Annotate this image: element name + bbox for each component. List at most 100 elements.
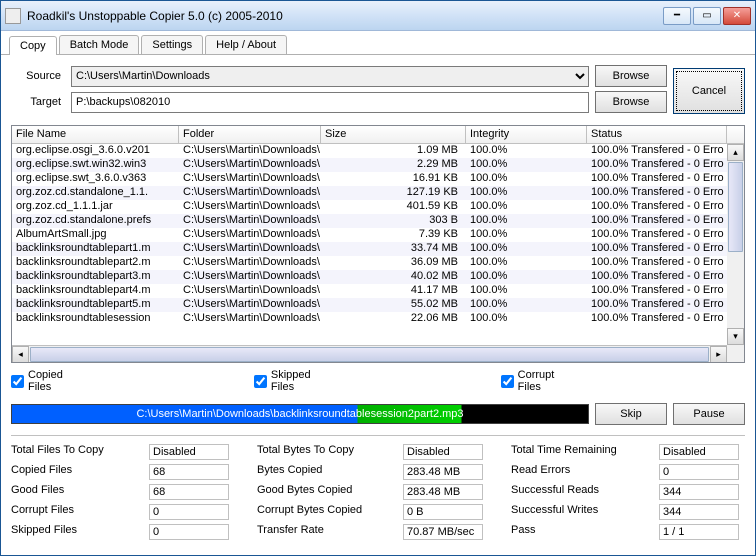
table-row[interactable]: org.zoz.cd.standalone.prefsC:\Users\Mart…: [12, 214, 744, 228]
table-row[interactable]: backlinksroundtablepart3.mC:\Users\Marti…: [12, 270, 744, 284]
check-copied[interactable]: Copied Files: [11, 369, 74, 393]
tab-copy[interactable]: Copy: [9, 36, 57, 55]
cell-fn: org.zoz.cd.standalone_1.1.: [12, 186, 179, 200]
cell-in: 100.0%: [466, 228, 587, 242]
val-succ-writes: 344: [659, 504, 739, 520]
lbl-time-remain: Total Time Remaining: [511, 444, 631, 460]
table-row[interactable]: backlinksroundtablepart1.mC:\Users\Marti…: [12, 242, 744, 256]
lbl-total-bytes: Total Bytes To Copy: [257, 444, 375, 460]
table-row[interactable]: backlinksroundtablepart5.mC:\Users\Marti…: [12, 298, 744, 312]
h-scrollbar[interactable]: ◂ ▸: [12, 345, 727, 362]
target-input[interactable]: [71, 92, 589, 113]
cell-fd: C:\Users\Martin\Downloads\: [179, 158, 321, 172]
v-scrollbar[interactable]: ▴ ▾: [727, 144, 744, 362]
cell-fn: org.eclipse.osgi_3.6.0.v201: [12, 144, 179, 158]
val-good-bytes: 283.48 MB: [403, 484, 483, 500]
window-controls: ━ ▭ ✕: [663, 7, 751, 25]
check-corrupt-box[interactable]: [501, 375, 514, 388]
cell-fn: backlinksroundtablepart5.m: [12, 298, 179, 312]
progress-text: C:\Users\Martin\Downloads\backlinksround…: [136, 408, 463, 420]
tab-batch[interactable]: Batch Mode: [59, 35, 140, 54]
window-title: Roadkil's Unstoppable Copier 5.0 (c) 200…: [27, 9, 663, 23]
lbl-succ-reads: Successful Reads: [511, 484, 631, 500]
browse-target-button[interactable]: Browse: [595, 91, 667, 113]
lbl-pass: Pass: [511, 524, 631, 540]
cell-fn: backlinksroundtablepart3.m: [12, 270, 179, 284]
col-status[interactable]: Status: [587, 126, 727, 143]
lbl-bytes-copied: Bytes Copied: [257, 464, 375, 480]
cell-in: 100.0%: [466, 270, 587, 284]
col-folder[interactable]: Folder: [179, 126, 321, 143]
check-copied-box[interactable]: [11, 375, 24, 388]
scroll-down-icon[interactable]: ▾: [727, 328, 744, 345]
filter-checks: Copied Files Skipped Files Corrupt Files: [11, 369, 745, 393]
cell-fd: C:\Users\Martin\Downloads\: [179, 186, 321, 200]
source-input[interactable]: C:\Users\Martin\Downloads: [71, 66, 589, 87]
table-row[interactable]: AlbumArtSmall.jpgC:\Users\Martin\Downloa…: [12, 228, 744, 242]
cell-sz: 40.02 MB: [321, 270, 466, 284]
val-succ-reads: 344: [659, 484, 739, 500]
val-time-remain: Disabled: [659, 444, 739, 460]
cell-fd: C:\Users\Martin\Downloads\: [179, 242, 321, 256]
cell-st: 100.0% Transfered - 0 Erro: [587, 312, 727, 326]
cancel-button[interactable]: Cancel: [673, 68, 745, 114]
table-row[interactable]: backlinksroundtablepart2.mC:\Users\Marti…: [12, 256, 744, 270]
table-row[interactable]: backlinksroundtablesessionC:\Users\Marti…: [12, 312, 744, 326]
table-row[interactable]: org.zoz.cd.standalone_1.1.C:\Users\Marti…: [12, 186, 744, 200]
col-size[interactable]: Size: [321, 126, 466, 143]
val-copied-files: 68: [149, 464, 229, 480]
cell-fn: org.eclipse.swt.win32.win3: [12, 158, 179, 172]
scroll-up-icon[interactable]: ▴: [727, 144, 744, 161]
cell-sz: 36.09 MB: [321, 256, 466, 270]
cell-st: 100.0% Transfered - 0 Erro: [587, 256, 727, 270]
target-label: Target: [11, 96, 71, 108]
table-row[interactable]: backlinksroundtablepart4.mC:\Users\Marti…: [12, 284, 744, 298]
cell-st: 100.0% Transfered - 0 Erro: [587, 200, 727, 214]
main-window: Roadkil's Unstoppable Copier 5.0 (c) 200…: [0, 0, 756, 556]
check-skipped-box[interactable]: [254, 375, 267, 388]
cell-fd: C:\Users\Martin\Downloads\: [179, 172, 321, 186]
pause-button[interactable]: Pause: [673, 403, 745, 425]
cell-fn: backlinksroundtablesession: [12, 312, 179, 326]
col-filename[interactable]: File Name: [12, 126, 179, 143]
h-scroll-thumb[interactable]: [30, 347, 709, 362]
stats-panel: Total Files To Copy Disabled Total Bytes …: [11, 435, 745, 540]
close-button[interactable]: ✕: [723, 7, 751, 25]
cell-fd: C:\Users\Martin\Downloads\: [179, 298, 321, 312]
table-header: File Name Folder Size Integrity Status: [12, 126, 744, 144]
cell-sz: 127.19 KB: [321, 186, 466, 200]
cell-fn: backlinksroundtablepart1.m: [12, 242, 179, 256]
scroll-left-icon[interactable]: ◂: [12, 346, 29, 363]
minimize-button[interactable]: ━: [663, 7, 691, 25]
tab-settings[interactable]: Settings: [141, 35, 203, 54]
cell-st: 100.0% Transfered - 0 Erro: [587, 186, 727, 200]
file-table: File Name Folder Size Integrity Status o…: [11, 125, 745, 363]
cell-fd: C:\Users\Martin\Downloads\: [179, 228, 321, 242]
maximize-button[interactable]: ▭: [693, 7, 721, 25]
cell-in: 100.0%: [466, 144, 587, 158]
table-row[interactable]: org.zoz.cd_1.1.1.jarC:\Users\Martin\Down…: [12, 200, 744, 214]
titlebar: Roadkil's Unstoppable Copier 5.0 (c) 200…: [1, 1, 755, 31]
cell-fd: C:\Users\Martin\Downloads\: [179, 144, 321, 158]
check-corrupt[interactable]: Corrupt Files: [501, 369, 565, 393]
tab-content: Source C:\Users\Martin\Downloads Browse …: [1, 55, 755, 550]
val-skipped-files: 0: [149, 524, 229, 540]
cell-in: 100.0%: [466, 158, 587, 172]
col-integrity[interactable]: Integrity: [466, 126, 587, 143]
skip-button[interactable]: Skip: [595, 403, 667, 425]
table-row[interactable]: org.eclipse.osgi_3.6.0.v201C:\Users\Mart…: [12, 144, 744, 158]
browse-source-button[interactable]: Browse: [595, 65, 667, 87]
cell-in: 100.0%: [466, 256, 587, 270]
table-row[interactable]: org.eclipse.swt.win32.win3C:\Users\Marti…: [12, 158, 744, 172]
v-scroll-thumb[interactable]: [728, 162, 743, 252]
app-icon: [5, 8, 21, 24]
tab-help[interactable]: Help / About: [205, 35, 287, 54]
scroll-right-icon[interactable]: ▸: [710, 346, 727, 363]
lbl-total-files: Total Files To Copy: [11, 444, 121, 460]
cell-sz: 7.39 KB: [321, 228, 466, 242]
cell-st: 100.0% Transfered - 0 Erro: [587, 242, 727, 256]
cell-in: 100.0%: [466, 172, 587, 186]
cell-st: 100.0% Transfered - 0 Erro: [587, 172, 727, 186]
table-row[interactable]: org.eclipse.swt_3.6.0.v363C:\Users\Marti…: [12, 172, 744, 186]
check-skipped[interactable]: Skipped Files: [254, 369, 321, 393]
